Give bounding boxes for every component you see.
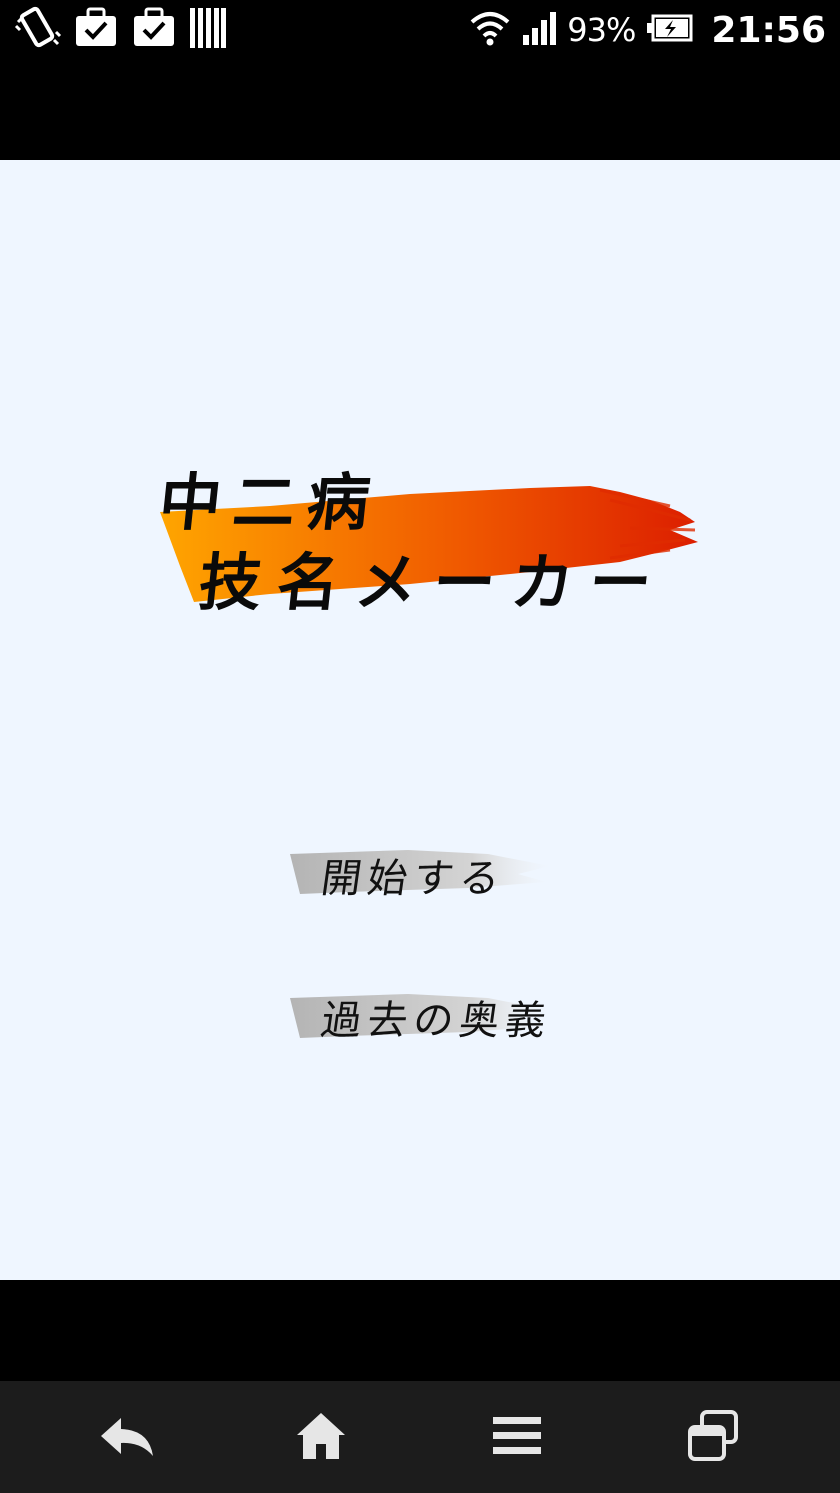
notification-icons	[14, 6, 228, 54]
wifi-icon	[469, 10, 511, 50]
back-icon	[99, 1414, 155, 1462]
status-bar: 93% 21:56	[0, 0, 840, 58]
clock: 21:56	[711, 9, 826, 51]
windows-icon	[686, 1409, 740, 1467]
briefcase-check-icon	[72, 4, 120, 56]
battery-charging-icon	[645, 13, 693, 47]
start-button-label: 開始する	[318, 856, 509, 902]
vibrate-icon	[14, 4, 62, 56]
home-button[interactable]	[288, 1405, 354, 1471]
briefcase-check-icon	[130, 4, 178, 56]
start-button[interactable]: 開始する	[288, 840, 558, 904]
menu-button[interactable]	[484, 1405, 550, 1471]
home-icon	[295, 1411, 347, 1465]
app-content: 中二病 技名メーカー 開始する 過去の奥義	[0, 160, 840, 1280]
navigation-bar	[0, 1381, 840, 1493]
signal-icon	[521, 11, 557, 49]
back-button[interactable]	[94, 1405, 160, 1471]
past-techniques-button[interactable]: 過去の奥義	[288, 982, 558, 1046]
menu-icon	[491, 1414, 543, 1462]
phone-screen: 93% 21:56 中二病 技名メーカー 開始する 過去の奥義	[0, 0, 840, 1493]
battery-percent: 93%	[567, 11, 636, 49]
past-techniques-label: 過去の奥義	[318, 998, 555, 1044]
app-logo: 中二病 技名メーカー	[150, 450, 710, 630]
system-status: 93% 21:56	[469, 6, 826, 54]
barcode-icon	[188, 4, 228, 56]
title-line-1: 中二病	[155, 466, 386, 539]
windows-button[interactable]	[680, 1405, 746, 1471]
title-line-2: 技名メーカー	[195, 546, 672, 619]
